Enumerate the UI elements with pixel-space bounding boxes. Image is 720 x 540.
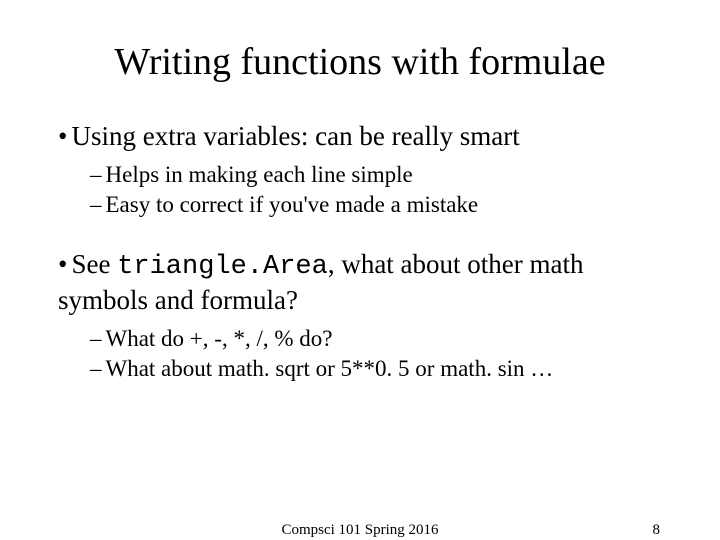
sub-bullet-2-2: –What about math. sqrt or 5**0. 5 or mat… <box>90 354 670 384</box>
bullet-block-2: •See triangle.Area, what about other mat… <box>50 248 670 384</box>
footer-center: Compsci 101 Spring 2016 <box>281 522 438 539</box>
dash-icon: – <box>90 162 102 187</box>
sub-bullet-2-1: –What do +, -, *, /, % do? <box>90 324 670 354</box>
dash-icon: – <box>90 326 102 351</box>
sub-bullet-1-2: –Easy to correct if you've made a mistak… <box>90 190 670 220</box>
sub-bullets-2: –What do +, -, *, /, % do? –What about m… <box>90 324 670 384</box>
bullet-2-prefix: See <box>71 249 117 279</box>
bullet-2-code: triangle.Area <box>117 252 328 282</box>
sub-bullets-1: –Helps in making each line simple –Easy … <box>90 160 670 220</box>
sub-bullet-2-2-text: What about math. sqrt or 5**0. 5 or math… <box>106 356 554 381</box>
bullet-2: •See triangle.Area, what about other mat… <box>58 248 670 319</box>
sub-bullet-1-1-text: Helps in making each line simple <box>106 162 413 187</box>
sub-bullet-1-2-text: Easy to correct if you've made a mistake <box>106 192 479 217</box>
slide-title: Writing functions with formulae <box>50 40 670 84</box>
sub-bullet-1-1: –Helps in making each line simple <box>90 160 670 190</box>
bullet-1-text: Using extra variables: can be really sma… <box>71 121 519 151</box>
dash-icon: – <box>90 356 102 381</box>
bullet-marker: • <box>58 249 67 279</box>
page-number: 8 <box>653 522 661 539</box>
sub-bullet-2-1-text: What do +, -, *, /, % do? <box>106 326 333 351</box>
bullet-block-1: •Using extra variables: can be really sm… <box>50 120 670 220</box>
dash-icon: – <box>90 192 102 217</box>
bullet-1: •Using extra variables: can be really sm… <box>58 120 670 154</box>
bullet-marker: • <box>58 121 67 151</box>
